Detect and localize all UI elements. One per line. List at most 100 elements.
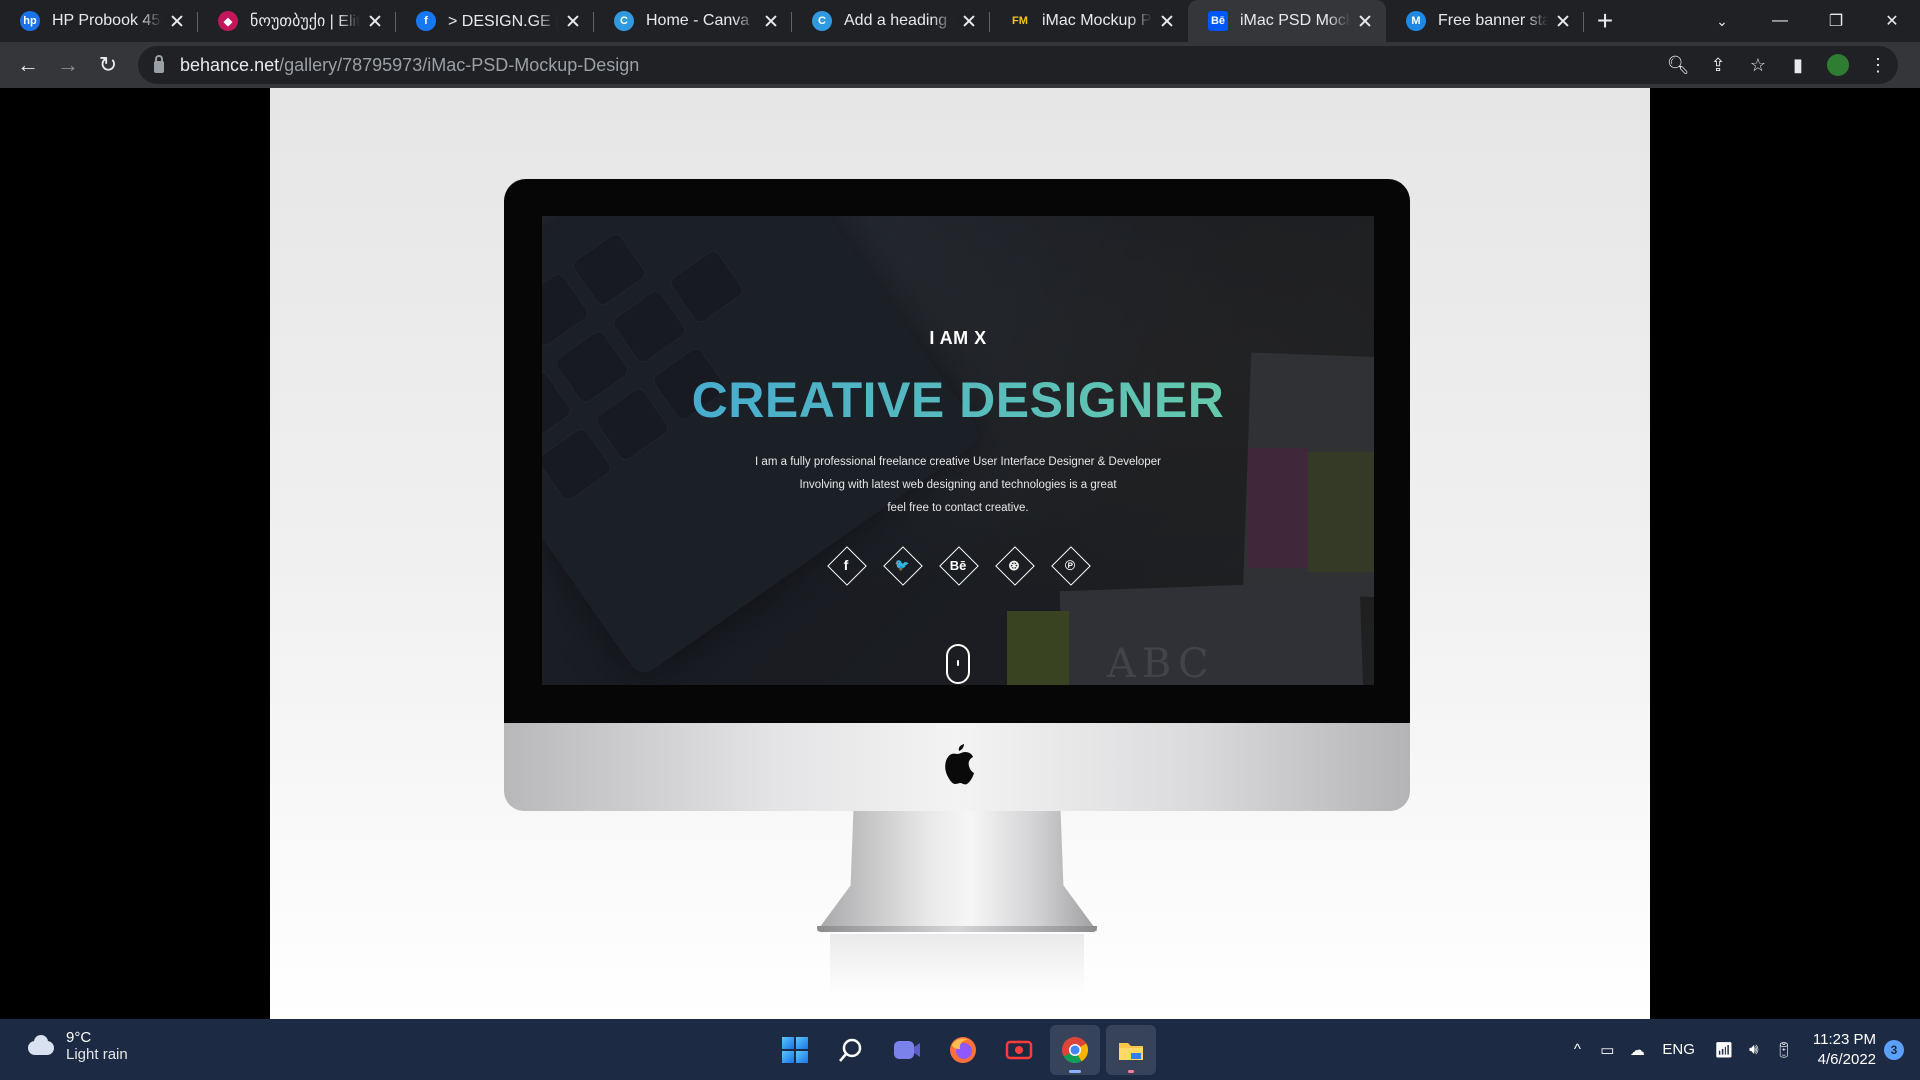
imac-stand-base: [817, 926, 1097, 932]
chevron-up-icon[interactable]: ^: [1562, 1041, 1592, 1058]
teams-chat-icon[interactable]: [882, 1025, 932, 1075]
elit-icon: ◆: [218, 11, 238, 31]
start-button[interactable]: [770, 1025, 820, 1075]
new-tab-button[interactable]: +: [1584, 0, 1626, 42]
close-icon[interactable]: [564, 12, 582, 30]
tab-add-heading[interactable]: C Add a heading - I: [792, 0, 990, 42]
facebook-icon[interactable]: f: [827, 546, 865, 584]
tab-search-chevron-icon[interactable]: ⌄: [1704, 0, 1740, 42]
tab-title: Home - Canva: [646, 12, 750, 29]
tab-imac-mockup-fm[interactable]: FM iMac Mockup PSD: [990, 0, 1188, 42]
window-controls: — ❐ ✕: [1752, 0, 1920, 42]
clock-time: 11:23 PM: [1812, 1030, 1876, 1048]
close-window-icon[interactable]: ✕: [1864, 0, 1920, 42]
side-panel-icon[interactable]: ▮: [1778, 55, 1818, 76]
twitter-icon[interactable]: 🐦: [883, 546, 921, 584]
system-clock[interactable]: 11:23 PM 4/6/2022: [1813, 1030, 1876, 1070]
tab-home-canva[interactable]: C Home - Canva: [594, 0, 792, 42]
behance-icon: Bē: [1208, 11, 1228, 31]
screen-recorder-icon[interactable]: [994, 1025, 1044, 1075]
close-icon[interactable]: [1554, 12, 1572, 30]
hero-description-line: Involving with latest web designing and …: [799, 479, 1117, 491]
extension-icon[interactable]: [1818, 54, 1858, 76]
hero-title: CREATIVE DESIGNER: [542, 371, 1374, 429]
tab-imac-psd-behance[interactable]: Bē iMac PSD Mockup: [1188, 0, 1386, 42]
imac-chin: [504, 723, 1410, 811]
tab-title: iMac Mockup PSD: [1042, 12, 1152, 29]
taskbar-apps: [770, 1025, 1156, 1075]
canva-icon: C: [812, 11, 832, 31]
weather-temperature: 9°C: [66, 1029, 92, 1046]
behance-icon[interactable]: Bē: [939, 546, 977, 584]
volume-icon[interactable]: 🔊︎: [1739, 1041, 1769, 1058]
tab-title: iMac PSD Mockup: [1240, 12, 1350, 29]
forward-icon[interactable]: →: [48, 45, 88, 85]
battery-icon[interactable]: 🔋︎: [1769, 1041, 1799, 1059]
windows-icon: [782, 1037, 808, 1063]
restore-icon[interactable]: ❐: [1808, 0, 1864, 42]
imac-display-bezel: ABC I AM X CREATIVE DESIGNER I am a full…: [504, 179, 1410, 723]
back-icon[interactable]: ←: [8, 45, 48, 85]
hero-description-line: I am a fully professional freelance crea…: [755, 456, 1161, 468]
tab-hp-probook[interactable]: hp HP Probook 450 G: [0, 0, 198, 42]
social-links: f 🐦 Bē ⊛ ℗: [542, 546, 1374, 584]
mockup-icon: M: [1406, 11, 1426, 31]
imac-stand: [817, 811, 1097, 931]
onedrive-cloud-icon[interactable]: ☁: [1622, 1041, 1652, 1059]
close-icon[interactable]: [1356, 12, 1374, 30]
close-icon[interactable]: [366, 12, 384, 30]
scroll-mouse-icon[interactable]: [946, 644, 970, 684]
weather-widget[interactable]: 9°C Light rain: [24, 1029, 128, 1063]
hp-icon: hp: [20, 11, 40, 31]
notification-badge[interactable]: 3: [1884, 1039, 1904, 1060]
tab-title: Add a heading - I: [844, 12, 954, 29]
search-icon[interactable]: [826, 1025, 876, 1075]
stand-reflection: [830, 934, 1084, 994]
imac-screen: ABC I AM X CREATIVE DESIGNER I am a full…: [542, 216, 1374, 685]
close-icon[interactable]: [762, 12, 780, 30]
facebook-icon: f: [416, 11, 436, 31]
tab-title: HP Probook 450 G: [52, 12, 162, 29]
tab-title: ნოუთბუქი | Elit: [250, 13, 360, 30]
reload-icon[interactable]: ↻: [88, 45, 128, 85]
apple-logo-icon: [945, 744, 974, 785]
tab-elit[interactable]: ◆ ნოუთბუქი | Elit: [198, 0, 396, 42]
address-bar[interactable]: behance.net/gallery/78795973/iMac-PSD-Mo…: [138, 46, 1898, 84]
omnibox-actions: 🔍︎ ⇪ ☆ ▮ ⋮: [1658, 46, 1898, 84]
fm-icon: FM: [1012, 15, 1028, 27]
network-display-icon[interactable]: ▭: [1592, 1041, 1622, 1059]
zoom-icon[interactable]: 🔍︎: [1658, 55, 1698, 76]
cloud-rain-icon: [24, 1035, 56, 1057]
share-icon[interactable]: ⇪: [1698, 55, 1738, 76]
close-icon[interactable]: [1158, 12, 1176, 30]
language-indicator[interactable]: ENG: [1662, 1041, 1695, 1058]
wifi-icon[interactable]: 📶︎: [1709, 1041, 1739, 1059]
canva-icon: C: [614, 11, 634, 31]
bookmark-star-icon[interactable]: ☆: [1738, 55, 1778, 76]
tab-strip: hp HP Probook 450 G ◆ ნოუთბუქი | Elit f …: [0, 0, 1920, 42]
tab-title: > DESIGN.GE | ბ: [448, 13, 558, 30]
url-text[interactable]: behance.net/gallery/78795973/iMac-PSD-Mo…: [180, 55, 639, 76]
page-viewport: ABC I AM X CREATIVE DESIGNER I am a full…: [0, 88, 1920, 1019]
close-icon[interactable]: [960, 12, 978, 30]
chrome-icon[interactable]: [1050, 1025, 1100, 1075]
tab-free-banner[interactable]: M Free banner stand: [1386, 0, 1584, 42]
firefox-icon[interactable]: [938, 1025, 988, 1075]
tab-title: Free banner stand: [1438, 12, 1548, 29]
minimize-icon[interactable]: —: [1752, 0, 1808, 42]
close-icon[interactable]: [168, 12, 186, 30]
pinterest-icon[interactable]: ℗: [1051, 546, 1089, 584]
windows-taskbar: 9°C Light rain ^ ▭ ☁ ENG 📶︎ 🔊︎ 🔋︎ 11:23 …: [0, 1019, 1920, 1080]
clock-date: 4/6/2022: [1817, 1050, 1876, 1068]
dribbble-icon[interactable]: ⊛: [995, 546, 1033, 584]
menu-icon[interactable]: ⋮: [1858, 55, 1898, 76]
system-tray: ^ ▭ ☁ ENG 📶︎ 🔊︎ 🔋︎ 11:23 PM 4/6/2022 3: [1562, 1019, 1920, 1080]
lock-icon[interactable]: [154, 55, 164, 73]
tab-design-ge[interactable]: f > DESIGN.GE | ბ: [396, 0, 594, 42]
file-explorer-icon[interactable]: [1106, 1025, 1156, 1075]
active-indicator: [1128, 1070, 1134, 1073]
mockup-image: ABC I AM X CREATIVE DESIGNER I am a full…: [270, 88, 1650, 1019]
hero-eyebrow: I AM X: [929, 328, 987, 348]
hero-description-line: feel free to contact creative.: [887, 502, 1029, 514]
hero-section: I AM X CREATIVE DESIGNER I am a fully pr…: [542, 216, 1374, 685]
